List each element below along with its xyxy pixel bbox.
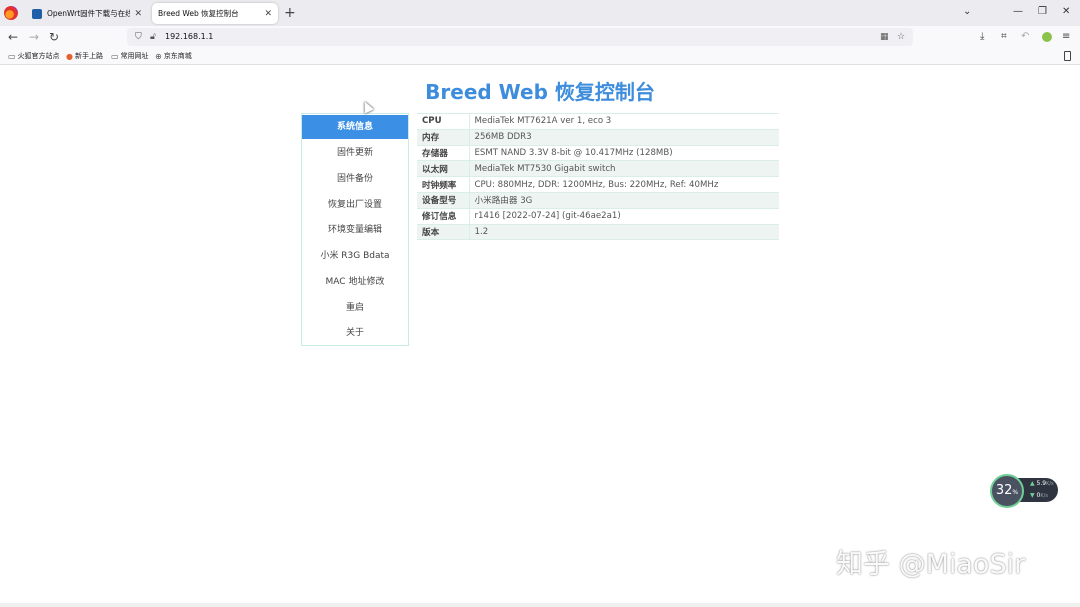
menu-mac-edit[interactable]: MAC 地址修改 bbox=[302, 270, 408, 294]
folder-icon: ▭ bbox=[111, 51, 119, 61]
info-value: ESMT NAND 3.3V 8-bit @ 10.417MHz (128MB) bbox=[469, 144, 779, 162]
reload-icon[interactable]: ↻ bbox=[49, 30, 59, 44]
menu-about[interactable]: 关于 bbox=[302, 321, 408, 345]
info-value: 256MB DDR3 bbox=[469, 128, 779, 146]
info-key: 存储器 bbox=[417, 144, 470, 162]
firefox-logo-icon[interactable] bbox=[4, 6, 18, 20]
table-row: 时钟频率 CPU: 880MHz, DDR: 1200MHz, Bus: 220… bbox=[417, 176, 779, 193]
bookmark-label: 新手上路 bbox=[74, 52, 103, 60]
menu-system-info[interactable]: 系统信息 bbox=[302, 115, 408, 139]
upload-unit: K/s bbox=[1046, 481, 1054, 487]
info-key: 设备型号 bbox=[417, 191, 470, 209]
usage-percent-unit: % bbox=[1012, 489, 1019, 496]
usage-percent: 32 bbox=[995, 483, 1013, 498]
bookmark-common-sites[interactable]: ▭ 常用网址 bbox=[111, 51, 149, 61]
info-value: 1.2 bbox=[469, 223, 779, 241]
system-info-table: CPU MediaTek MT7621A ver 1, eco 3 内存 256… bbox=[417, 113, 779, 241]
url-bar[interactable]: ⛉ 🔓︎ 192.168.1.1 ▦ ☆ bbox=[127, 28, 913, 46]
url-text[interactable]: 192.168.1.1 bbox=[165, 32, 213, 41]
hamburger-menu-icon[interactable]: ≡ bbox=[1062, 31, 1070, 43]
info-key: 内存 bbox=[417, 128, 470, 146]
table-row: 版本 1.2 bbox=[417, 223, 779, 241]
menu-firmware-backup[interactable]: 固件备份 bbox=[302, 167, 408, 191]
tab-list-chevron-icon[interactable]: ⌄ bbox=[963, 5, 971, 19]
bottom-edge bbox=[0, 603, 1080, 607]
info-key: 版本 bbox=[417, 223, 470, 241]
close-window-icon[interactable]: ✕ bbox=[1062, 5, 1070, 19]
upload-value: 5.9 bbox=[1036, 480, 1047, 487]
menu-r3g-bdata[interactable]: 小米 R3G Bdata bbox=[302, 244, 408, 268]
qr-code-icon[interactable]: ▦ bbox=[880, 31, 889, 43]
download-arrow-icon: ▼ bbox=[1030, 492, 1035, 499]
bookmark-label: 常用网址 bbox=[120, 52, 149, 60]
close-tab-icon[interactable]: ✕ bbox=[134, 9, 142, 19]
bookmark-getting-started[interactable]: ● 新手上路 bbox=[66, 51, 103, 61]
mobile-bookmarks-icon[interactable] bbox=[1064, 51, 1071, 61]
info-key: CPU bbox=[417, 113, 470, 130]
tab-openwrt[interactable]: OpenWrt固件下载与在线定制 ✕ bbox=[26, 3, 148, 24]
minimize-icon[interactable]: — bbox=[1013, 5, 1023, 19]
forward-icon[interactable]: → bbox=[29, 30, 39, 44]
download-rate: ▼ 0K/s bbox=[1030, 492, 1048, 499]
restore-icon[interactable]: ❐ bbox=[1038, 5, 1047, 19]
info-value: r1416 [2022-07-24] (git-46ae2a1) bbox=[469, 207, 779, 225]
new-tab-button[interactable]: + bbox=[284, 4, 296, 22]
download-icon[interactable]: ⤓ bbox=[980, 31, 984, 43]
info-key: 以太网 bbox=[417, 160, 470, 178]
table-row: 修订信息 r1416 [2022-07-24] (git-46ae2a1) bbox=[417, 207, 779, 225]
bookmarks-bar: ▭ 火狐官方站点 ● 新手上路 ▭ 常用网址 ⊕ 京东商城 bbox=[0, 48, 1080, 65]
menu-reboot[interactable]: 重启 bbox=[302, 296, 408, 320]
info-value: MediaTek MT7621A ver 1, eco 3 bbox=[469, 113, 779, 130]
nav-bar: ← → ↻ ⛉ 🔓︎ 192.168.1.1 ▦ ☆ ⤓ ⌗ ↶ ≡ bbox=[0, 26, 1080, 48]
firefox-icon: ● bbox=[66, 51, 73, 61]
globe-icon: ⊕ bbox=[155, 51, 162, 61]
tab-breed[interactable]: Breed Web 恢复控制台 ✕ bbox=[152, 3, 278, 24]
info-key: 修订信息 bbox=[417, 207, 470, 225]
menu-factory-reset[interactable]: 恢复出厂设置 bbox=[302, 193, 408, 217]
folder-icon: ▭ bbox=[8, 51, 16, 61]
table-row: 内存 256MB DDR3 bbox=[417, 128, 779, 146]
upload-arrow-icon: ▲ bbox=[1030, 480, 1035, 487]
account-avatar-icon[interactable] bbox=[1042, 32, 1052, 42]
info-key: 时钟频率 bbox=[417, 176, 470, 193]
bookmark-firefox-site[interactable]: ▭ 火狐官方站点 bbox=[8, 51, 60, 61]
tab-title: Breed Web 恢复控制台 bbox=[158, 9, 239, 18]
info-value: CPU: 880MHz, DDR: 1200MHz, Bus: 220MHz, … bbox=[469, 176, 779, 193]
tab-bar: OpenWrt固件下载与在线定制 ✕ Breed Web 恢复控制台 ✕ + ⌄… bbox=[0, 0, 1080, 26]
bookmark-star-icon[interactable]: ☆ bbox=[897, 31, 905, 43]
menu-env-edit[interactable]: 环境变量编辑 bbox=[302, 218, 408, 242]
table-row: CPU MediaTek MT7621A ver 1, eco 3 bbox=[417, 113, 779, 130]
table-row: 以太网 MediaTek MT7530 Gigabit switch bbox=[417, 160, 779, 178]
table-row: 存储器 ESMT NAND 3.3V 8-bit @ 10.417MHz (12… bbox=[417, 144, 779, 162]
screenshot-crop-icon[interactable]: ⌗ bbox=[1001, 31, 1007, 43]
bookmark-label: 京东商城 bbox=[163, 52, 192, 60]
shield-icon[interactable]: ⛉ bbox=[135, 31, 142, 43]
sidebar-menu: 系统信息 固件更新 固件备份 恢复出厂设置 环境变量编辑 小米 R3G Bdat… bbox=[301, 113, 409, 346]
zhihu-watermark: 知乎 @MiaoSir bbox=[836, 549, 1026, 580]
close-tab-icon[interactable]: ✕ bbox=[264, 9, 272, 19]
tab-title: OpenWrt固件下载与在线定制 bbox=[47, 9, 131, 18]
network-speed-widget[interactable]: ▲ 5.9K/s ▼ 0K/s 32% bbox=[990, 474, 1058, 508]
usage-circle: 32% bbox=[990, 474, 1024, 508]
undo-icon[interactable]: ↶ bbox=[1021, 31, 1029, 43]
info-value: 小米路由器 3G bbox=[469, 191, 779, 209]
menu-firmware-update[interactable]: 固件更新 bbox=[302, 141, 408, 165]
back-icon[interactable]: ← bbox=[8, 30, 18, 44]
page-title: Breed Web 恢复控制台 bbox=[425, 80, 655, 104]
insecure-lock-icon[interactable]: 🔓︎ bbox=[150, 31, 156, 43]
upload-rate: ▲ 5.9K/s bbox=[1030, 480, 1054, 487]
download-unit: K/s bbox=[1040, 493, 1048, 499]
table-row: 设备型号 小米路由器 3G bbox=[417, 191, 779, 209]
bookmark-jd[interactable]: ⊕ 京东商城 bbox=[155, 51, 192, 61]
info-value: MediaTek MT7530 Gigabit switch bbox=[469, 160, 779, 178]
bookmark-label: 火狐官方站点 bbox=[17, 52, 60, 60]
openwrt-favicon-icon bbox=[32, 8, 42, 19]
